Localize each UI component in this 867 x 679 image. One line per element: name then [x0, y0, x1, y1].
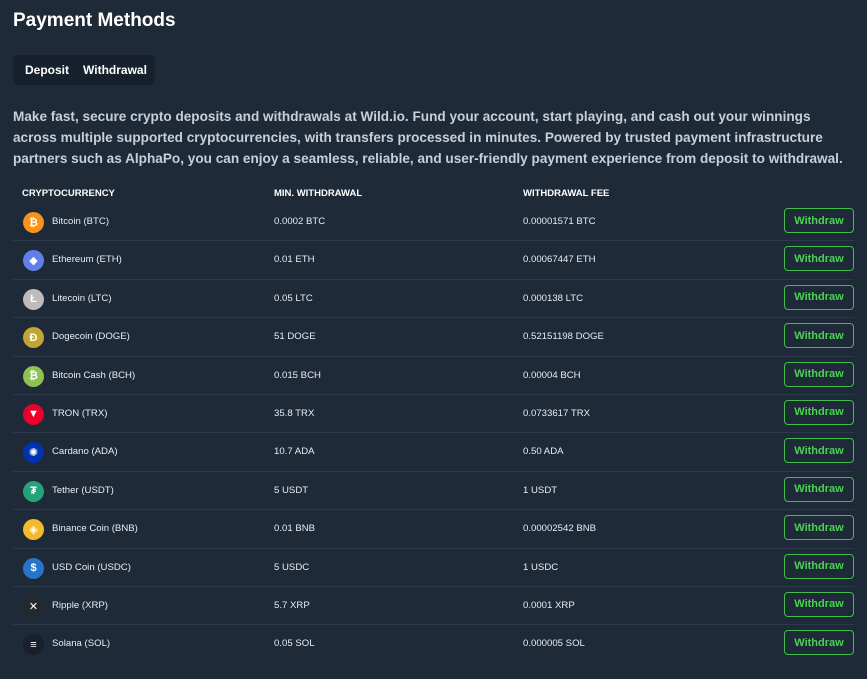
min-withdrawal-value: 0.05 LTC	[274, 292, 313, 304]
table-body: ₿ Bitcoin (BTC) 0.0002 BTC 0.00001571 BTC Wi…	[13, 203, 854, 664]
min-withdrawal-value: 35.8 TRX	[274, 407, 315, 419]
withdrawal-fee-value: 0.000005 SOL	[523, 638, 585, 650]
withdrawal-fee-value: 0.0733617 TRX	[523, 407, 591, 419]
withdraw-button[interactable]: Withdraw	[784, 476, 854, 502]
min-withdrawal-value: 0.01 BNB	[274, 523, 316, 535]
coin-name: Bitcoin Cash (BCH)	[52, 369, 136, 381]
coin-name: Dogecoin (DOGE)	[52, 331, 130, 343]
withdraw-button[interactable]: Withdraw	[784, 591, 854, 617]
withdrawal-fee-value: 0.52151198 DOGE	[523, 331, 604, 343]
table-row: Ð Dogecoin (DOGE) 51 DOGE 0.52151198 DOGE Wi…	[13, 318, 854, 357]
tether-icon: ₮	[23, 480, 44, 502]
bitcoin-icon: ₿	[23, 212, 44, 233]
header-cryptocurrency: CRYPTOCURRENCY	[22, 188, 115, 199]
table-row: ₮ Tether (USDT) 5 USDT 1 USDT Withdraw	[13, 472, 854, 511]
table-row: Ł Litecoin (LTC) 0.05 LTC 0.000138 LTC Withd…	[13, 280, 854, 319]
table-header: CRYPTOCURRENCY MIN. WITHDRAWAL WITHDRAWA…	[13, 185, 854, 203]
min-withdrawal-value: 5.7 XRP	[274, 599, 310, 611]
table-row: ◈ Binance Coin (BNB) 0.01 BNB 0.00002542 BN…	[13, 510, 854, 549]
withdraw-button[interactable]: Withdraw	[784, 438, 854, 464]
withdrawal-fee-value: 0.50 ADA	[523, 446, 564, 458]
tab-deposit[interactable]: Deposit	[13, 55, 75, 85]
header-min-withdrawal: MIN. WITHDRAWAL	[274, 188, 363, 199]
withdrawal-fee-value: 0.00067447 ETH	[523, 254, 596, 266]
coin-name: Bitcoin (BTC)	[52, 216, 110, 227]
coin-name: Litecoin (LTC)	[52, 292, 112, 304]
binance-coin-icon: ◈	[23, 519, 44, 541]
withdraw-button[interactable]: Withdraw	[784, 361, 854, 387]
coin-name: Ripple (XRP)	[52, 599, 108, 611]
withdrawal-fee-value: 0.00002542 BNB	[523, 523, 597, 535]
payment-methods-page: Payment Methods Deposit Withdrawal Make …	[0, 0, 867, 679]
min-withdrawal-value: 10.7 ADA	[274, 446, 315, 458]
min-withdrawal-value: 0.0002 BTC	[274, 216, 326, 227]
header-withdrawal-fee: WITHDRAWAL FEE	[523, 188, 610, 199]
coin-name: Binance Coin (BNB)	[52, 523, 138, 535]
dogecoin-icon: Ð	[23, 327, 44, 349]
coin-name: Cardano (ADA)	[52, 446, 118, 458]
table-row: ₿ Bitcoin (BTC) 0.0002 BTC 0.00001571 BTC Wi…	[13, 203, 854, 242]
withdraw-button[interactable]: Withdraw	[784, 515, 854, 541]
table-row: ✺ Cardano (ADA) 10.7 ADA 0.50 ADA Withdraw	[13, 433, 854, 472]
table-row: ◆ Ethereum (ETH) 0.01 ETH 0.00067447 ETH Wit…	[13, 241, 854, 280]
min-withdrawal-value: 0.01 ETH	[274, 254, 315, 266]
page-description: Make fast, secure crypto deposits and wi…	[13, 109, 843, 166]
table-row: ✕ Ripple (XRP) 5.7 XRP 0.0001 XRP Withdraw	[13, 587, 854, 626]
withdraw-button[interactable]: Withdraw	[784, 399, 854, 425]
coin-name: Solana (SOL)	[52, 638, 111, 650]
withdrawal-fee-value: 0.000138 LTC	[523, 292, 584, 304]
coin-name: Ethereum (ETH)	[52, 254, 122, 266]
table-row: ₿ Bitcoin Cash (BCH) 0.015 BCH 0.00004 BCH W…	[13, 357, 854, 395]
withdraw-button[interactable]: Withdraw	[784, 323, 854, 349]
withdrawal-fee-value: 0.0001 XRP	[523, 599, 575, 611]
cardano-icon: ✺	[23, 442, 44, 464]
solana-icon: ≡	[23, 634, 44, 656]
page-title: Payment Methods	[13, 10, 176, 31]
coin-name: Tether (USDT)	[52, 484, 114, 496]
withdrawal-fee-value: 0.00004 BCH	[523, 369, 581, 381]
withdrawal-table: CRYPTOCURRENCY MIN. WITHDRAWAL WITHDRAWA…	[13, 185, 854, 664]
withdraw-button[interactable]: Withdraw	[784, 630, 854, 656]
tab-withdrawal[interactable]: Withdrawal	[77, 55, 153, 85]
table-row: $ USD Coin (USDC) 5 USDC 1 USDC Withdraw	[13, 549, 854, 587]
tron-icon: ▼	[23, 403, 44, 425]
withdrawal-fee-value: 1 USDC	[523, 561, 559, 573]
ethereum-icon: ◆	[23, 250, 44, 272]
bitcoin-cash-icon: ₿	[23, 365, 44, 387]
coin-name: TRON (TRX)	[52, 407, 108, 419]
withdraw-button[interactable]: Withdraw	[784, 284, 854, 310]
min-withdrawal-value: 51 DOGE	[274, 331, 316, 343]
withdrawal-fee-value: 1 USDT	[523, 484, 558, 496]
withdrawal-fee-value: 0.00001571 BTC	[523, 216, 596, 227]
min-withdrawal-value: 0.015 BCH	[274, 369, 321, 381]
withdraw-button[interactable]: Withdraw	[784, 208, 854, 233]
tab-bar: Deposit Withdrawal	[13, 55, 155, 85]
withdraw-button[interactable]: Withdraw	[784, 553, 854, 579]
min-withdrawal-value: 5 USDC	[274, 561, 310, 573]
usd-coin-icon: $	[23, 557, 44, 579]
litecoin-icon: Ł	[23, 288, 44, 310]
table-row: ≡ Solana (SOL) 0.05 SOL 0.000005 SOL Withdra…	[13, 625, 854, 663]
coin-name: USD Coin (USDC)	[52, 561, 131, 573]
withdraw-button[interactable]: Withdraw	[784, 246, 854, 272]
min-withdrawal-value: 0.05 SOL	[274, 638, 315, 650]
ripple-icon: ✕	[23, 595, 44, 617]
min-withdrawal-value: 5 USDT	[274, 484, 309, 496]
table-row: ▼ TRON (TRX) 35.8 TRX 0.0733617 TRX Withdraw	[13, 395, 854, 434]
